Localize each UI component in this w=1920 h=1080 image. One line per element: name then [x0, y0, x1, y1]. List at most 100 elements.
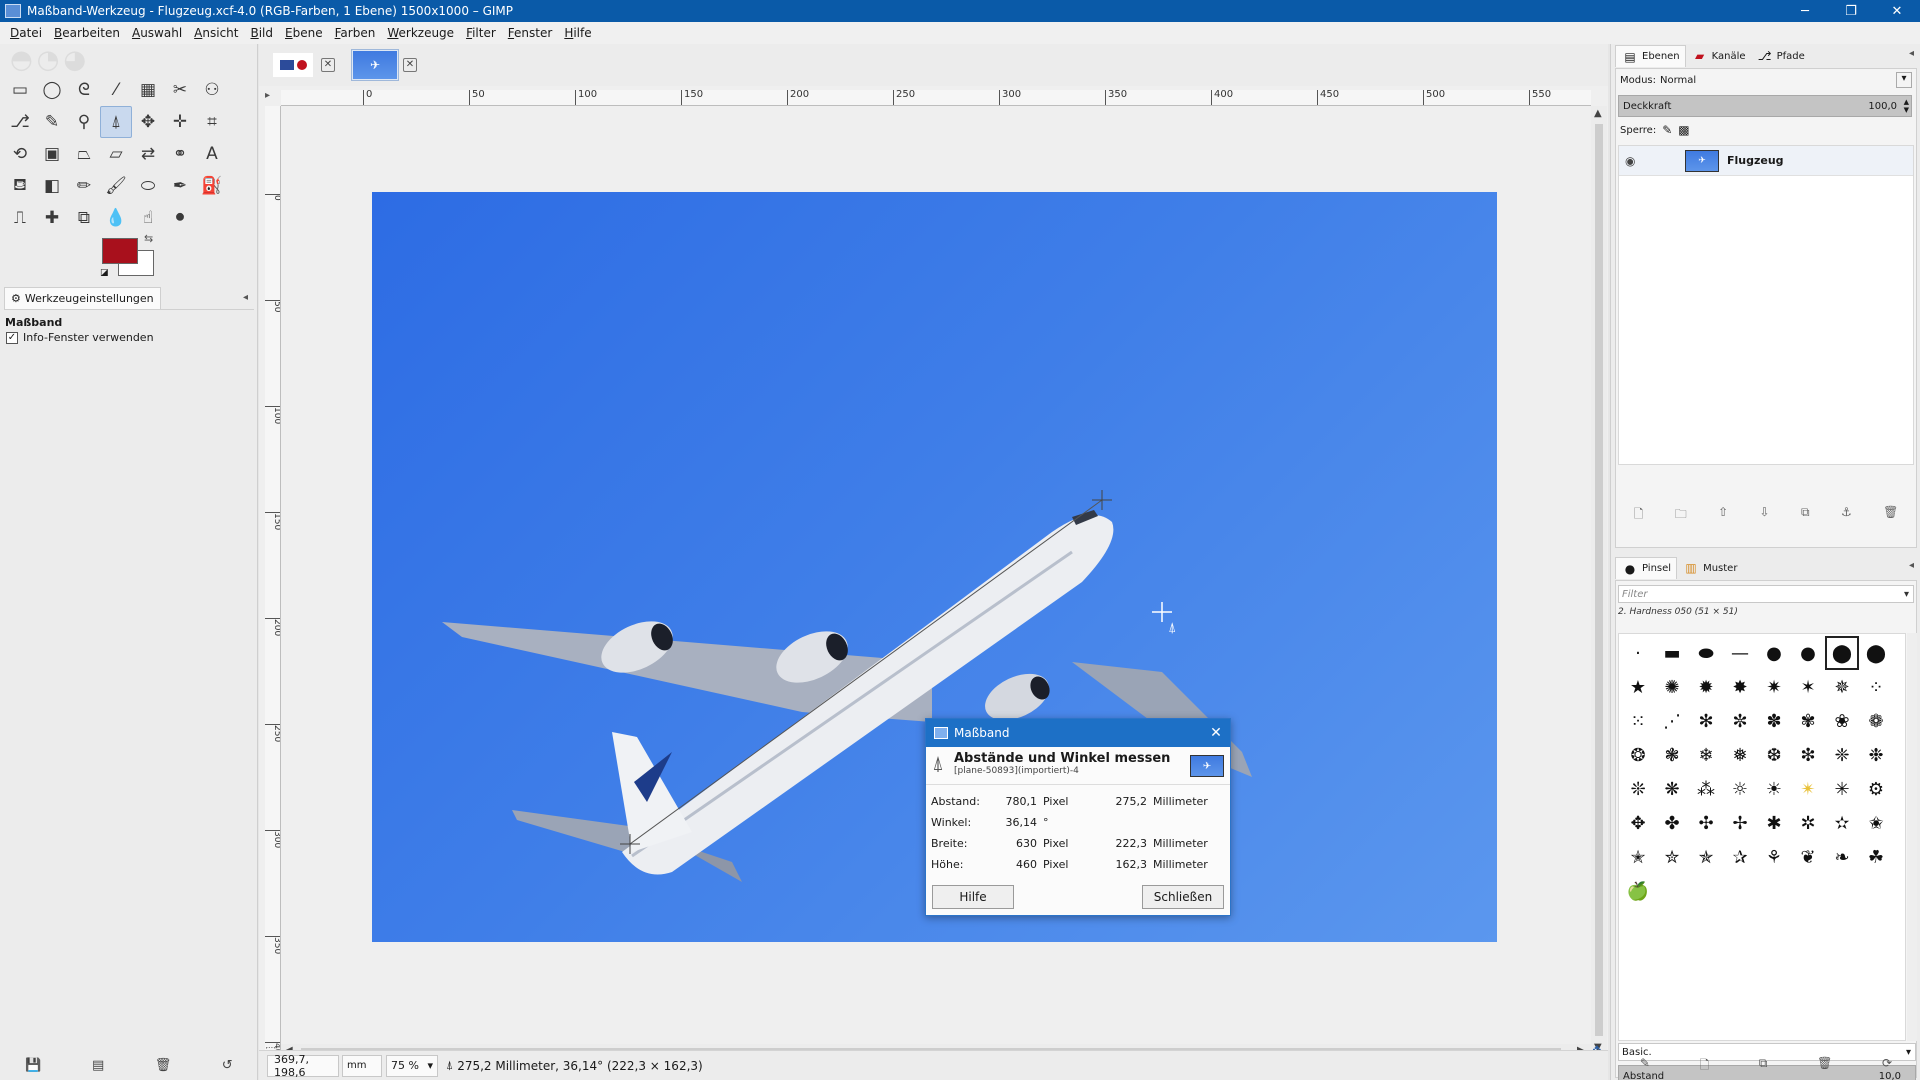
- rect-select-icon[interactable]: ▭: [4, 74, 36, 106]
- brush-preview[interactable]: ✢: [1723, 806, 1757, 840]
- close-tab-icon[interactable]: ✕: [403, 58, 417, 72]
- save-options-icon[interactable]: 💾: [25, 1058, 41, 1073]
- lock-pixels-icon[interactable]: ✎: [1662, 123, 1672, 137]
- menu-bearbeiten[interactable]: Bearbeiten: [48, 26, 126, 40]
- paths-icon[interactable]: ⎇: [4, 106, 36, 138]
- mode-value[interactable]: Normal: [1660, 75, 1696, 86]
- ink-icon[interactable]: ⛽: [196, 170, 228, 202]
- flip-icon[interactable]: ⏥: [100, 138, 132, 170]
- color-picker-icon[interactable]: ✎: [36, 106, 68, 138]
- brush-preview[interactable]: ·: [1621, 636, 1655, 670]
- brush-preview[interactable]: ✾: [1791, 704, 1825, 738]
- brush-preview[interactable]: ⬤: [1825, 636, 1859, 670]
- text-icon[interactable]: A: [196, 138, 228, 170]
- tab-layers[interactable]: ▤ Ebenen: [1615, 45, 1686, 67]
- brush-preview[interactable]: ❇: [1791, 738, 1825, 772]
- dodge-burn-icon[interactable]: ⚫: [164, 202, 196, 234]
- default-colors-icon[interactable]: ◪: [100, 268, 110, 278]
- duplicate-layer-icon[interactable]: ⧉: [1801, 505, 1810, 525]
- handle-transform-icon[interactable]: ⚭: [164, 138, 196, 170]
- brush-preview[interactable]: ⚘: [1757, 840, 1791, 874]
- fuzzy-select-icon[interactable]: ⁄: [100, 74, 132, 106]
- brush-preview[interactable]: ⬤: [1859, 636, 1893, 670]
- layer-row[interactable]: ◉ ✈ Flugzeug: [1619, 146, 1913, 176]
- brush-preview[interactable]: ❁: [1859, 704, 1893, 738]
- gradient-icon[interactable]: ◧: [36, 170, 68, 202]
- warp-icon[interactable]: ⇄: [132, 138, 164, 170]
- menu-ebene[interactable]: Ebene: [279, 26, 329, 40]
- brush-preview[interactable]: ❉: [1859, 738, 1893, 772]
- brush-preview[interactable]: ❧: [1825, 840, 1859, 874]
- heal-icon[interactable]: ✚: [36, 202, 68, 234]
- smudge-icon[interactable]: ☝: [132, 202, 164, 234]
- brush-preview[interactable]: ❃: [1655, 738, 1689, 772]
- configure-tab-icon[interactable]: ◂: [243, 292, 248, 303]
- brush-preview[interactable]: ✸: [1723, 670, 1757, 704]
- brush-preview[interactable]: 🍏: [1621, 874, 1655, 908]
- brush-preview[interactable]: ✮: [1655, 840, 1689, 874]
- menu-auswahl[interactable]: Auswahl: [126, 26, 188, 40]
- brush-preview[interactable]: ⬬: [1689, 636, 1723, 670]
- use-info-window-option[interactable]: ✓ Info-Fenster verwenden: [6, 331, 154, 344]
- brush-preview[interactable]: ✼: [1723, 704, 1757, 738]
- brush-filter-input[interactable]: Filter ▾: [1618, 585, 1914, 603]
- tab-patterns[interactable]: ▥ Muster: [1677, 557, 1742, 579]
- image-tab-2[interactable]: ✈: [351, 49, 399, 81]
- configure-tab-icon[interactable]: ◂: [1909, 48, 1914, 59]
- zoom-selector[interactable]: 75 % ▾: [386, 1054, 438, 1077]
- reset-options-icon[interactable]: ↺: [222, 1058, 233, 1073]
- brush-preview[interactable]: ✴: [1791, 772, 1825, 806]
- configure-tab-icon[interactable]: ◂: [1909, 560, 1914, 571]
- brush-scrollbar[interactable]: [1907, 633, 1917, 1041]
- paintbrush-icon[interactable]: 🖌: [100, 170, 132, 202]
- brush-preview[interactable]: ⋰: [1655, 704, 1689, 738]
- brush-preview[interactable]: ✰: [1723, 840, 1757, 874]
- brush-preview[interactable]: ❋: [1655, 772, 1689, 806]
- menu-fenster[interactable]: Fenster: [502, 26, 559, 40]
- menu-hilfe[interactable]: Hilfe: [558, 26, 597, 40]
- perspective-icon[interactable]: ⏢: [68, 138, 100, 170]
- menu-ansicht[interactable]: Ansicht: [188, 26, 244, 40]
- horizontal-ruler[interactable]: 0 50 100 150 200 250 300 350 400 450 500 550: [281, 90, 1591, 106]
- new-brush-icon[interactable]: 🗋: [1700, 1056, 1710, 1076]
- foreground-color-swatch[interactable]: [102, 238, 138, 264]
- layer-name[interactable]: Flugzeug: [1727, 154, 1784, 167]
- vertical-scrollbar[interactable]: ▲ ▼: [1591, 106, 1607, 1056]
- brush-preview[interactable]: ✬: [1859, 806, 1893, 840]
- brush-preview[interactable]: ❈: [1825, 738, 1859, 772]
- help-button[interactable]: Hilfe: [932, 885, 1014, 909]
- eye-icon[interactable]: ◉: [1625, 154, 1645, 168]
- ruler-corner-icon[interactable]: ▸: [265, 90, 281, 106]
- close-button[interactable]: Schließen: [1142, 885, 1224, 909]
- spinner-icon[interactable]: ▲ ▼: [1904, 98, 1909, 114]
- brush-preview[interactable]: ★: [1621, 670, 1655, 704]
- measure-icon[interactable]: ⍋: [100, 106, 132, 138]
- image-tab-1[interactable]: [269, 49, 317, 81]
- menu-werkzeuge[interactable]: Werkzeuge: [381, 26, 460, 40]
- delete-options-icon[interactable]: 🗑: [155, 1058, 172, 1073]
- chevron-down-icon[interactable]: ▾: [1904, 589, 1909, 600]
- tab-tool-options[interactable]: ⚙ Werkzeugeinstellungen: [4, 286, 161, 309]
- chevron-down-icon[interactable]: ▾: [1896, 72, 1912, 88]
- clone-icon[interactable]: ⎍: [4, 202, 36, 234]
- brush-preview[interactable]: ❂: [1621, 738, 1655, 772]
- brush-preview[interactable]: ❆: [1757, 738, 1791, 772]
- tab-brushes[interactable]: ● Pinsel: [1615, 557, 1678, 579]
- use-info-window-checkbox[interactable]: ✓: [6, 331, 18, 344]
- opacity-slider[interactable]: Deckkraft 100,0 ▲ ▼: [1618, 95, 1912, 117]
- dialog-titlebar[interactable]: Maßband ✕: [926, 719, 1230, 747]
- brush-preview[interactable]: ❀: [1825, 704, 1859, 738]
- brush-preview[interactable]: ✣: [1689, 806, 1723, 840]
- brush-preview[interactable]: ❦: [1791, 840, 1825, 874]
- brush-preview[interactable]: ✺: [1655, 670, 1689, 704]
- brush-preview[interactable]: ⁙: [1621, 704, 1655, 738]
- brush-preview[interactable]: ✽: [1757, 704, 1791, 738]
- tab-paths[interactable]: ⎇ Pfade: [1751, 45, 1810, 67]
- brush-preview[interactable]: ✯: [1689, 840, 1723, 874]
- brush-preview[interactable]: ✤: [1655, 806, 1689, 840]
- brush-preview[interactable]: ✭: [1621, 840, 1655, 874]
- brush-preview[interactable]: ⁂: [1689, 772, 1723, 806]
- refresh-brushes-icon[interactable]: ⟳: [1882, 1056, 1892, 1076]
- brush-preview[interactable]: ▬: [1655, 636, 1689, 670]
- airbrush-icon[interactable]: ✒: [164, 170, 196, 202]
